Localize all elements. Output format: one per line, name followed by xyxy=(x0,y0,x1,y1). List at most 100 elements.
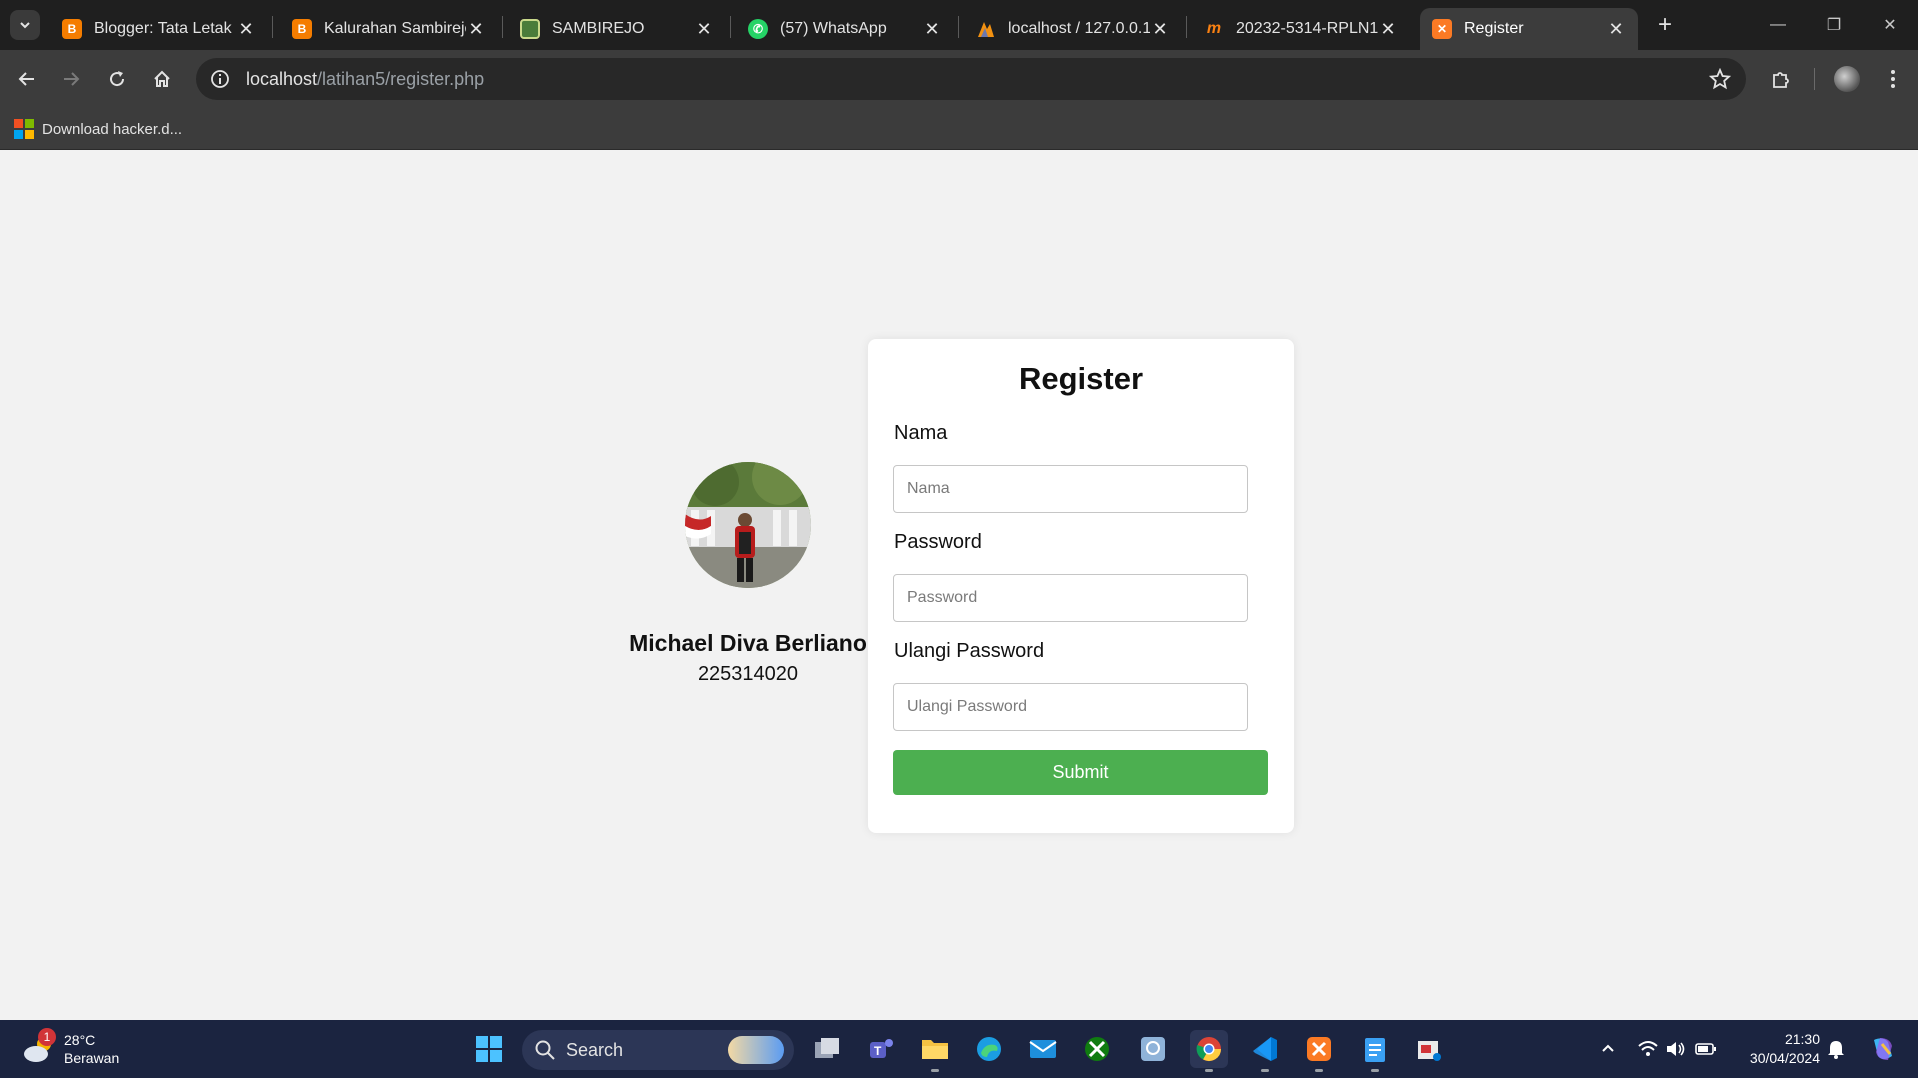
extensions-button[interactable] xyxy=(1766,64,1796,94)
tab-phpmyadmin[interactable]: localhost / 127.0.0.1 ✕ xyxy=(964,8,1182,50)
close-window-button[interactable]: ✕ xyxy=(1862,0,1918,50)
snipping-button[interactable] xyxy=(1410,1030,1448,1068)
reload-button[interactable] xyxy=(102,64,132,94)
kebab-menu-icon xyxy=(1891,70,1895,88)
search-highlight-icon xyxy=(728,1036,784,1064)
home-icon xyxy=(154,70,170,87)
profile-avatar-button[interactable] xyxy=(1832,64,1862,94)
search-label: Search xyxy=(566,1039,624,1060)
running-indicator xyxy=(1371,1069,1379,1072)
close-icon[interactable]: ✕ xyxy=(466,19,486,39)
file-explorer-button[interactable] xyxy=(916,1030,954,1072)
weather-widget[interactable]: 1 28°C Berawan xyxy=(22,1028,119,1070)
wifi-button[interactable] xyxy=(1636,1030,1660,1068)
edge-button[interactable] xyxy=(970,1030,1008,1068)
form-title: Register xyxy=(1018,361,1144,396)
close-icon[interactable]: ✕ xyxy=(1378,19,1398,39)
moodle-icon: m xyxy=(1206,20,1222,37)
password-input[interactable] xyxy=(893,574,1248,622)
close-icon[interactable]: ✕ xyxy=(1150,19,1170,39)
vscode-button[interactable] xyxy=(1246,1030,1284,1072)
tab-separator xyxy=(1186,16,1187,38)
profile-photo xyxy=(685,462,811,588)
minimize-button[interactable]: — xyxy=(1750,0,1806,50)
tab-title: 20232-5314-RPLN10 xyxy=(1236,20,1378,37)
bookmark-item[interactable]: Download hacker.d... xyxy=(14,116,182,142)
task-view-button[interactable] xyxy=(808,1030,846,1068)
mail-button[interactable] xyxy=(1024,1030,1062,1068)
notepad-icon xyxy=(1365,1038,1385,1062)
xbox-button[interactable] xyxy=(1078,1030,1116,1068)
copilot-button[interactable] xyxy=(1866,1030,1900,1068)
svg-text:T: T xyxy=(874,1044,882,1058)
close-icon[interactable]: ✕ xyxy=(922,19,942,39)
tab-blogger[interactable]: B Blogger: Tata Letak ✕ xyxy=(50,8,268,50)
close-icon[interactable]: ✕ xyxy=(1606,19,1626,39)
chevron-up-icon xyxy=(1602,1044,1614,1052)
chrome-button[interactable] xyxy=(1190,1030,1228,1072)
profile-section: Michael Diva Berliano 225314020 xyxy=(626,462,870,686)
url-host: localhost xyxy=(246,68,318,89)
profile-id: 225314020 xyxy=(697,663,799,685)
tab-separator xyxy=(272,16,273,38)
site-info-icon[interactable] xyxy=(208,67,232,91)
windows-start-icon xyxy=(476,1036,502,1062)
restore-button[interactable]: ❐ xyxy=(1806,0,1862,50)
xampp-button[interactable] xyxy=(1300,1030,1338,1072)
menu-button[interactable] xyxy=(1878,64,1908,94)
nama-label: Nama xyxy=(894,422,948,444)
search-icon xyxy=(535,1040,555,1060)
xampp-icon xyxy=(1307,1037,1331,1061)
notifications-button[interactable] xyxy=(1824,1030,1848,1068)
show-hidden-icons-button[interactable] xyxy=(1596,1030,1620,1068)
tab-strip: B Blogger: Tata Letak ✕ B Kalurahan Samb… xyxy=(0,0,1918,50)
bell-icon xyxy=(1828,1041,1844,1059)
profile-avatar xyxy=(1834,66,1860,92)
tab-separator xyxy=(502,16,503,38)
tab-search-button[interactable] xyxy=(10,10,40,40)
tab-title: Blogger: Tata Letak xyxy=(94,20,232,37)
tab-sambirejo[interactable]: SAMBIREJO ✕ xyxy=(508,8,726,50)
volume-button[interactable] xyxy=(1664,1030,1688,1068)
tab-title: Kalurahan Sambirejo xyxy=(324,20,466,37)
close-icon[interactable]: ✕ xyxy=(694,19,714,39)
wifi-icon xyxy=(1638,1041,1658,1056)
clock[interactable]: 21:30 30/04/2024 xyxy=(1730,1030,1820,1068)
ulangi-password-input[interactable] xyxy=(893,683,1248,731)
browser-toolbar: localhost/latihan5/register.php xyxy=(0,50,1918,108)
app-button[interactable] xyxy=(1134,1030,1172,1068)
url-path: /latihan5/register.php xyxy=(317,68,485,89)
xampp-icon: ✕ xyxy=(1432,19,1452,39)
snipping-icon xyxy=(1418,1041,1441,1061)
clock-time: 21:30 xyxy=(1784,1031,1820,1047)
tab-register[interactable]: ✕ Register ✕ xyxy=(1420,8,1638,50)
nama-input[interactable] xyxy=(893,465,1248,513)
taskbar-search[interactable]: Search xyxy=(522,1030,794,1070)
vscode-icon xyxy=(1253,1037,1277,1061)
notepad-button[interactable] xyxy=(1356,1030,1394,1072)
back-button[interactable] xyxy=(12,64,42,94)
new-tab-button[interactable]: + xyxy=(1650,10,1680,40)
bookmark-star-icon[interactable] xyxy=(1708,67,1732,91)
windows-logo-icon xyxy=(14,119,34,139)
battery-button[interactable] xyxy=(1694,1030,1718,1068)
home-button[interactable] xyxy=(147,64,177,94)
tab-kalurahan[interactable]: B Kalurahan Sambirejo ✕ xyxy=(280,8,498,50)
address-bar[interactable]: localhost/latihan5/register.php xyxy=(196,58,1746,100)
arrow-right-icon xyxy=(64,72,80,86)
clock-date: 30/04/2024 xyxy=(1749,1050,1820,1066)
tab-separator xyxy=(730,16,731,38)
close-icon[interactable]: ✕ xyxy=(236,19,256,39)
reload-icon xyxy=(110,71,125,87)
running-indicator xyxy=(1205,1069,1213,1072)
battery-icon xyxy=(1695,1043,1716,1055)
app-icon xyxy=(1141,1037,1165,1061)
cloud-sun-icon: 1 xyxy=(22,1028,56,1064)
submit-button[interactable]: Submit xyxy=(893,750,1268,795)
bookmarks-bar: Download hacker.d... xyxy=(0,108,1918,150)
teams-button[interactable]: T xyxy=(862,1030,900,1068)
forward-button[interactable] xyxy=(56,64,86,94)
tab-moodle[interactable]: m 20232-5314-RPLN10 ✕ xyxy=(1192,8,1410,50)
tab-whatsapp[interactable]: ✆ (57) WhatsApp ✕ xyxy=(736,8,954,50)
start-button[interactable] xyxy=(470,1030,508,1068)
